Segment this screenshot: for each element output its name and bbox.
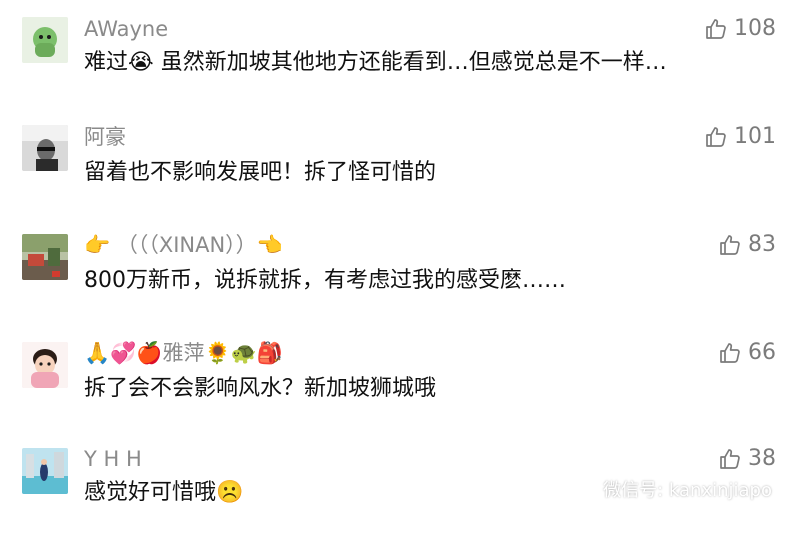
comment-username: 🙏💞🍎雅萍🌻🐢🎒 <box>84 340 283 366</box>
comment-text: 留着也不影响发展吧！拆了怪可惜的 <box>84 160 437 185</box>
username-text: Y H H <box>84 447 142 471</box>
wechat-watermark: 微信号: kanxinjiapo <box>565 476 772 502</box>
username-text: 👉 （（（XINAN））👈 <box>84 233 283 257</box>
comment-item: 👉 （（（XINAN））👈 83 800万新币，说拆就拆，有考虑过我的感受麽…… <box>0 216 800 324</box>
avatar[interactable] <box>22 342 68 388</box>
comment-text: 800万新币，说拆就拆，有考虑过我的感受麽…… <box>84 268 566 293</box>
thumbs-up-icon <box>720 235 740 255</box>
comment-text: 难过😭 虽然新加坡其他地方还能看到…但感觉总是不一样… <box>84 50 667 75</box>
comment-username: Y H H <box>84 446 142 472</box>
like-button[interactable]: 38 <box>718 446 776 472</box>
comment-item: 阿豪 101 留着也不影响发展吧！拆了怪可惜的 <box>0 108 800 216</box>
comment-username: 👉 （（（XINAN））👈 <box>84 232 283 258</box>
like-count: 101 <box>734 124 776 149</box>
like-button[interactable]: 83 <box>718 232 776 258</box>
like-count: 38 <box>748 446 776 471</box>
like-count: 83 <box>748 232 776 257</box>
comment-text: 拆了会不会影响风水？新加坡狮城哦 <box>84 376 437 401</box>
thumbs-up-icon <box>720 449 740 469</box>
like-count: 108 <box>734 16 776 41</box>
comment-text: 感觉好可惜哦☹️ <box>84 480 244 505</box>
like-count: 66 <box>748 340 776 365</box>
comment-username: 阿豪 <box>84 124 126 150</box>
avatar-image <box>22 448 68 494</box>
watermark-text: 微信号: kanxinjiapo <box>603 480 772 501</box>
like-button[interactable]: 108 <box>704 16 776 42</box>
avatar[interactable] <box>22 448 68 494</box>
avatar-image <box>22 17 68 63</box>
avatar[interactable] <box>22 125 68 171</box>
comment-item: AWayne 108 难过😭 虽然新加坡其他地方还能看到…但感觉总是不一样… <box>0 0 800 108</box>
comment-item: 🙏💞🍎雅萍🌻🐢🎒 66 拆了会不会影响风水？新加坡狮城哦 <box>0 324 800 432</box>
wechat-icon <box>566 478 594 500</box>
like-button[interactable]: 101 <box>704 124 776 150</box>
username-text: 阿豪 <box>84 125 126 149</box>
avatar-image <box>22 234 68 280</box>
avatar[interactable] <box>22 17 68 63</box>
comment-username: AWayne <box>84 16 168 42</box>
username-text: 🙏💞🍎雅萍🌻🐢🎒 <box>84 341 283 365</box>
avatar[interactable] <box>22 234 68 280</box>
thumbs-up-icon <box>706 127 726 147</box>
avatar-image <box>22 125 68 171</box>
thumbs-up-icon <box>706 19 726 39</box>
like-button[interactable]: 66 <box>718 340 776 366</box>
username-text: AWayne <box>84 17 169 41</box>
avatar-image <box>22 342 68 388</box>
thumbs-up-icon <box>720 343 740 363</box>
